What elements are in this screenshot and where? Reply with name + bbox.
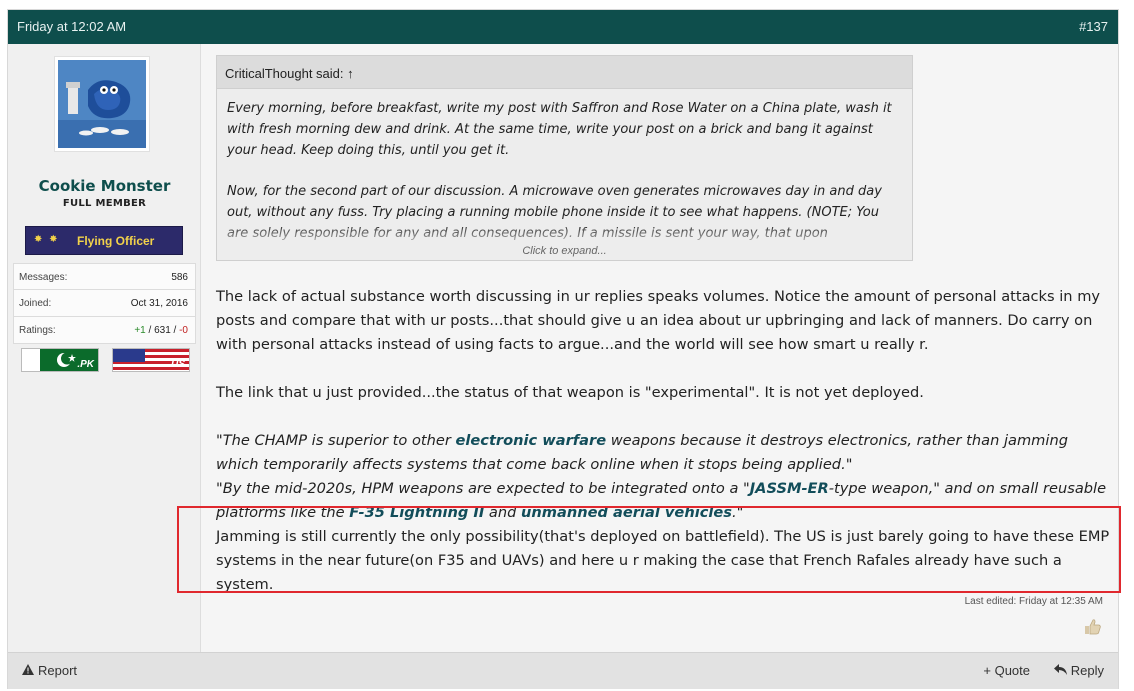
post-body: The lack of actual substance worth discu… <box>216 285 1111 621</box>
last-edited: Last edited: Friday at 12:35 AM <box>964 596 1103 607</box>
post-date[interactable]: Friday at 12:02 AM <box>17 19 126 34</box>
user-flags: .PK .US <box>21 348 191 372</box>
avatar[interactable] <box>54 56 150 152</box>
reply-label: Reply <box>1070 663 1104 678</box>
link-f35[interactable]: F-35 Lightning II <box>349 504 484 521</box>
post-header: Friday at 12:02 AM #137 <box>8 10 1118 44</box>
user-title: FULL MEMBER <box>62 198 147 209</box>
report-button[interactable]: Report <box>22 663 77 678</box>
link-jassm-er[interactable]: JASSM-ER <box>750 480 829 497</box>
link-uav[interactable]: unmanned aerial vehicles <box>521 504 732 521</box>
stat-value[interactable]: 586 <box>171 272 188 283</box>
body-paragraph: The lack of actual substance worth discu… <box>216 288 1101 353</box>
body-paragraph: Jamming is still currently the only poss… <box>216 528 1110 593</box>
stat-label: Joined: <box>19 298 52 309</box>
quote-body: Every morning, before breakfast, write m… <box>217 89 912 244</box>
reply-arrow-icon <box>1054 663 1071 678</box>
like-thumb-graphic <box>1085 619 1101 635</box>
cited-text: and <box>484 504 521 521</box>
cited-quote: "The CHAMP is superior to other electron… <box>216 429 1111 477</box>
cited-text: "By the mid-2020s, HPM weapons are expec… <box>216 480 750 497</box>
stat-label: Ratings: <box>19 325 56 336</box>
username[interactable]: Cookie Monster <box>8 177 201 195</box>
reply-button[interactable]: Reply <box>1054 663 1104 678</box>
quote-block[interactable]: CriticalThought said: ↑ Every morning, b… <box>216 55 913 261</box>
user-stats: Messages: 586 Joined: Oct 31, 2016 Ratin… <box>13 263 196 344</box>
body-paragraph: The link that u just provided...the stat… <box>216 384 924 401</box>
flag-code: .PK <box>77 359 94 370</box>
cited-quote: "By the mid-2020s, HPM weapons are expec… <box>216 477 1111 525</box>
rank-label: Flying Officer <box>77 234 155 248</box>
cited-text: ." <box>731 504 744 521</box>
quote-paragraph: Every morning, before breakfast, write m… <box>227 101 892 158</box>
stat-messages: Messages: 586 <box>13 263 196 290</box>
click-to-expand-link[interactable]: Click to expand... <box>217 245 912 257</box>
avatar-image <box>58 60 146 148</box>
stat-value: Oct 31, 2016 <box>130 298 188 309</box>
quote-author[interactable]: CriticalThought said: ↑ <box>217 56 912 89</box>
post-footer: Report + Quote Reply <box>8 652 1118 689</box>
user-info-column: Cookie Monster FULL MEMBER ✸ ✸ Flying Of… <box>8 44 201 652</box>
quote-button[interactable]: + Quote <box>983 663 1030 678</box>
forum-post: Friday at 12:02 AM #137 Cookie Monster F… <box>7 9 1119 689</box>
rank-stars-icon: ✸ ✸ <box>34 234 60 245</box>
warning-icon <box>22 663 34 678</box>
stat-value: +1 / 631 / -0 <box>134 325 188 336</box>
flag-code: .US <box>168 359 185 370</box>
post-number[interactable]: #137 <box>1079 19 1108 34</box>
pakistan-flag-icon: .PK <box>21 348 99 372</box>
stat-ratings: Ratings: +1 / 631 / -0 <box>13 317 196 344</box>
link-electronic-warfare[interactable]: electronic warfare <box>456 432 607 449</box>
like-thumb-icon[interactable] <box>1084 618 1102 636</box>
cited-text: "The CHAMP is superior to other <box>216 432 456 449</box>
ratings-positive: +1 <box>134 325 146 336</box>
rank-banner: ✸ ✸ Flying Officer <box>25 226 183 255</box>
stat-label: Messages: <box>19 272 68 283</box>
report-label: Report <box>38 663 78 678</box>
stat-joined: Joined: Oct 31, 2016 <box>13 290 196 317</box>
usa-flag-icon: .US <box>112 348 190 372</box>
ratings-total: / 631 / <box>145 325 180 336</box>
ratings-negative: -0 <box>179 325 188 336</box>
